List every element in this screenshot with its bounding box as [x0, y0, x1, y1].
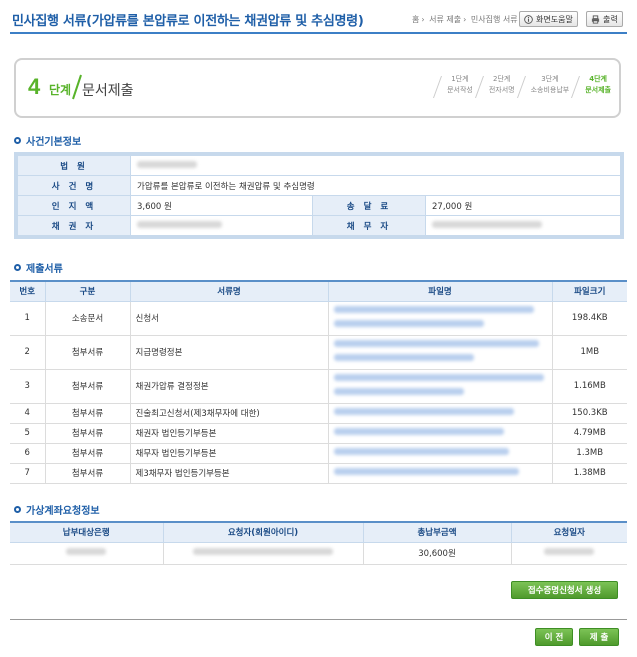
file-link[interactable]: [327, 463, 552, 484]
printer-icon: [591, 14, 600, 24]
certificate-request-button[interactable]: 접수증명신청서 생성: [511, 581, 618, 599]
current-step-number: 4: [28, 74, 41, 99]
creditor-value: [130, 215, 313, 236]
breadcrumb-current: 민사집행 서류: [470, 15, 518, 24]
stamp-fee-label: 인 지 액: [17, 195, 131, 216]
prev-button[interactable]: 이 전: [535, 628, 573, 646]
col-bank: 납부대상은행: [10, 521, 163, 543]
col-total: 총납부금액: [362, 521, 511, 543]
table-row: 6 첨부서류 채무자 법인등기부등본 1.3MB: [10, 443, 627, 464]
delivery-fee-value: 27,000 원: [425, 195, 621, 216]
table-row: 1 소송문서 신청서 198.4KB: [10, 301, 627, 336]
bullet-icon: [14, 506, 21, 513]
step-item-4: 4단계 문서제출: [575, 74, 611, 96]
file-link[interactable]: [327, 403, 552, 424]
current-step-name: 문서제출: [82, 83, 134, 99]
request-date-value: [510, 542, 627, 565]
file-link[interactable]: [327, 423, 552, 444]
bullet-icon: [14, 264, 21, 271]
file-link[interactable]: [327, 369, 552, 404]
breadcrumb-home[interactable]: 홈: [412, 15, 419, 24]
table-row: 5 첨부서류 채권자 법인등기부등본 4.79MB: [10, 423, 627, 444]
step-item-2: 2단계 전자서명: [479, 74, 515, 96]
account-table: 납부대상은행 요청자(회원아이디) 총납부금액 요청일자 30,600원: [10, 521, 627, 565]
col-file-size: 파일크기: [551, 280, 627, 302]
bottom-divider: [10, 619, 627, 620]
table-row: 2 첨부서류 지급명령정본 1MB: [10, 335, 627, 370]
header-divider: [10, 32, 627, 34]
table-row: 7 첨부서류 제3채무자 법인등기부등본 1.38MB: [10, 463, 627, 484]
delivery-fee-label: 송 달 료: [312, 195, 426, 216]
step-item-3: 3단계 소송비용납부: [521, 74, 570, 96]
submit-button[interactable]: 제 출: [579, 628, 619, 646]
print-button-label: 출력: [603, 14, 618, 24]
col-file-name: 파일명: [327, 280, 552, 302]
bullet-icon: [14, 137, 21, 144]
slash-decoration: [72, 74, 82, 100]
case-name-value: 가압류를 본압류로 이전하는 채권압류 및 추심명령: [130, 175, 621, 196]
info-icon: [524, 14, 533, 24]
file-link[interactable]: [327, 335, 552, 370]
documents-table: 번호 구분 서류명 파일명 파일크기 1 소송문서 신청서 198.4KB 2 첨부서…: [10, 280, 627, 484]
page-header: 민사집행 서류(가압류를 본압류로 이전하는 채권압류 및 추심명령) 홈 › 서…: [10, 8, 630, 30]
step-item-1: 1단계 문서작성: [437, 74, 473, 96]
stamp-fee-value: 3,600 원: [130, 195, 313, 216]
help-button-label: 화면도움말: [536, 14, 573, 24]
col-no: 번호: [10, 280, 45, 302]
total-value: 30,600원: [362, 542, 511, 565]
case-info-table: 법 원 사 건 명 가압류를 본압류로 이전하는 채권압류 및 추심명령 인 지…: [14, 152, 624, 239]
bank-value: [10, 542, 163, 565]
breadcrumb-submit[interactable]: 서류 제출: [429, 15, 461, 24]
creditor-label: 채 권 자: [17, 215, 131, 236]
current-step-unit: 단계: [49, 83, 72, 97]
debtor-label: 채 무 자: [312, 215, 426, 236]
col-type: 구분: [44, 280, 130, 302]
file-link[interactable]: [327, 443, 552, 464]
account-section-title: 가상계좌요청정보: [14, 502, 100, 517]
table-row: 4 첨부서류 진술최고신청서(제3채무자에 대한) 150.3KB: [10, 403, 627, 424]
breadcrumb: 홈 › 서류 제출 › 민사집행 서류: [412, 15, 518, 24]
page-title: 민사집행 서류(가압류를 본압류로 이전하는 채권압류 및 추심명령): [12, 14, 364, 29]
documents-section-title: 제출서류: [14, 260, 63, 275]
debtor-value: [425, 215, 621, 236]
col-doc-name: 서류명: [129, 280, 328, 302]
step-list: 1단계 문서작성 2단계 전자서명 3단계 소송비용납부 4단계 문서제출: [431, 74, 611, 96]
help-button[interactable]: 화면도움말: [519, 11, 578, 27]
print-button[interactable]: 출력: [586, 11, 623, 27]
court-value: [130, 155, 621, 176]
step-indicator: 4 단계 문서제출 1단계 문서작성 2단계 전자서명 3단계 소송비용납부 4단계 문…: [14, 58, 621, 118]
col-requester: 요청자(회원아이디): [162, 521, 363, 543]
file-link[interactable]: [327, 301, 552, 336]
table-row: 3 첨부서류 채권가압류 결정정본 1.16MB: [10, 369, 627, 404]
col-request-date: 요청일자: [510, 521, 627, 543]
court-label: 법 원: [17, 155, 131, 176]
table-row: 30,600원: [10, 542, 627, 565]
requester-value: [162, 542, 363, 565]
case-name-label: 사 건 명: [17, 175, 131, 196]
case-info-section-title: 사건기본정보: [14, 133, 81, 148]
